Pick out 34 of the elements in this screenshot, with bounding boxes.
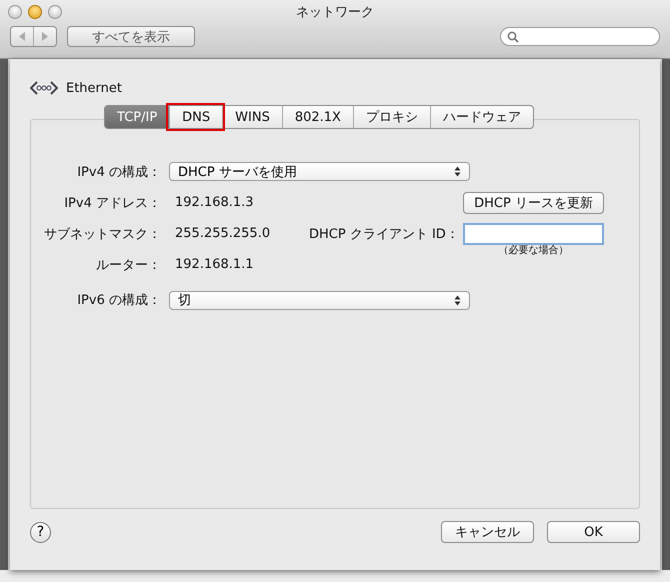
tab[interactable]: ハードウェア [430,106,533,128]
search-field[interactable] [500,27,660,46]
close-button[interactable] [8,5,22,19]
tab[interactable]: プロキシ [352,106,430,128]
ipv6-popup[interactable]: 切 [169,290,470,310]
interface-name: Ethernet [66,80,122,96]
updown-arrows-icon [454,294,461,306]
zoom-button[interactable] [48,5,62,19]
field-value: 255.255.255.0 [174,226,272,241]
tab[interactable]: TCP/IP [105,106,170,128]
tab[interactable]: WINS [222,106,282,128]
field-value: 192.168.1.1 [174,257,255,272]
hint-text: （必要な場合） [498,244,570,257]
tab[interactable]: 802.1X [282,106,353,128]
field-label: IPv4 アドレス： [63,194,162,212]
field-label: ルーター： [95,256,162,274]
client-id-field[interactable] [463,222,604,244]
renew-lease-button[interactable]: DHCP リースを更新 [463,192,604,214]
ethernet-icon [30,79,58,97]
field-label: IPv4 の構成： [76,164,162,180]
show-all-button[interactable]: すべてを表示 [67,26,195,47]
tab[interactable]: DNS [169,106,222,128]
search-icon [507,30,519,42]
field-label: DHCP クライアント ID： [309,226,460,242]
field-label: サブネットマスク： [43,226,162,242]
field-value: 192.168.1.3 [174,195,255,210]
help-button[interactable]: ? [30,522,51,542]
minimize-button[interactable] [28,5,42,19]
updown-arrows-icon [454,166,461,177]
ipv4-popup[interactable]: DHCP サーバを使用 [169,162,470,181]
dialog-button[interactable]: OK [547,521,640,543]
dialog-button[interactable]: キャンセル [441,521,534,543]
field-label: IPv6 の構成： [76,292,162,309]
window-title: ネットワーク [296,4,374,21]
